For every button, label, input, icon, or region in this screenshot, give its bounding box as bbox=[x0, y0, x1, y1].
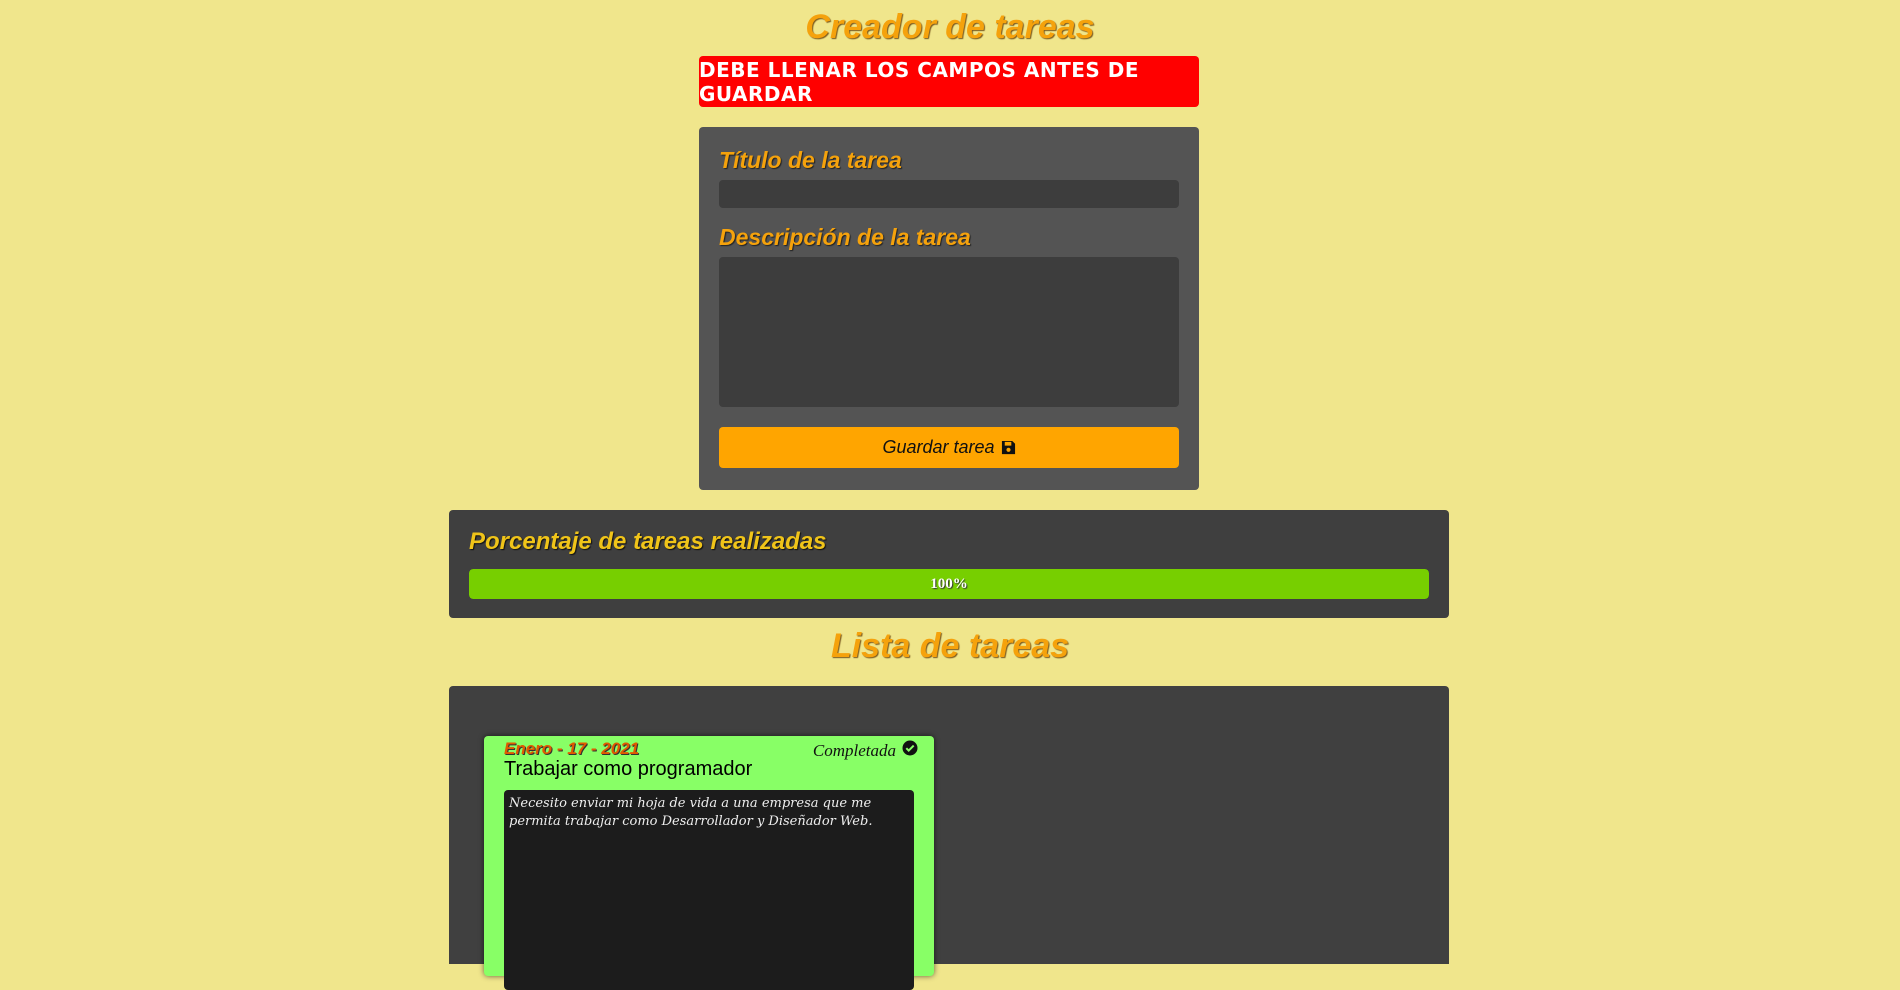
task-list: Enero - 17 - 2021 Completada Trabajar co… bbox=[449, 686, 1449, 990]
save-task-button[interactable]: Guardar tarea bbox=[719, 427, 1179, 468]
check-circle-icon bbox=[902, 740, 918, 761]
task-title: Trabajar como programador bbox=[504, 758, 753, 780]
task-date: Enero - 17 - 2021 bbox=[504, 739, 640, 758]
validation-alert: DEBE LLENAR LOS CAMPOS ANTES DE GUARDAR bbox=[699, 56, 1199, 107]
progress-value: 100% bbox=[930, 575, 968, 592]
floppy-disk-icon bbox=[1001, 440, 1016, 455]
progress-bar-fill: 100% bbox=[469, 569, 1429, 599]
task-title-input[interactable] bbox=[719, 180, 1179, 208]
task-description: Necesito enviar mi hoja de vida a una em… bbox=[504, 790, 914, 990]
task-title-label: Título de la tarea bbox=[719, 147, 902, 173]
task-form: Título de la tarea Descripción de la tar… bbox=[699, 127, 1199, 490]
task-description-input[interactable] bbox=[719, 257, 1179, 407]
task-list-title: Lista de tareas bbox=[830, 627, 1070, 665]
task-status: Completada bbox=[813, 740, 918, 761]
save-task-label: Guardar tarea bbox=[882, 437, 995, 457]
task-card[interactable]: Enero - 17 - 2021 Completada Trabajar co… bbox=[484, 736, 934, 990]
task-status-label: Completada bbox=[812, 740, 896, 760]
progress-title: Porcentaje de tareas realizadas bbox=[469, 528, 827, 555]
task-description-label: Descripción de la tarea bbox=[719, 224, 971, 250]
progress-panel: Porcentaje de tareas realizadas 100% bbox=[449, 510, 1449, 618]
progress-bar: 100% bbox=[469, 569, 1429, 599]
page-title: Creador de tareas bbox=[805, 8, 1095, 46]
